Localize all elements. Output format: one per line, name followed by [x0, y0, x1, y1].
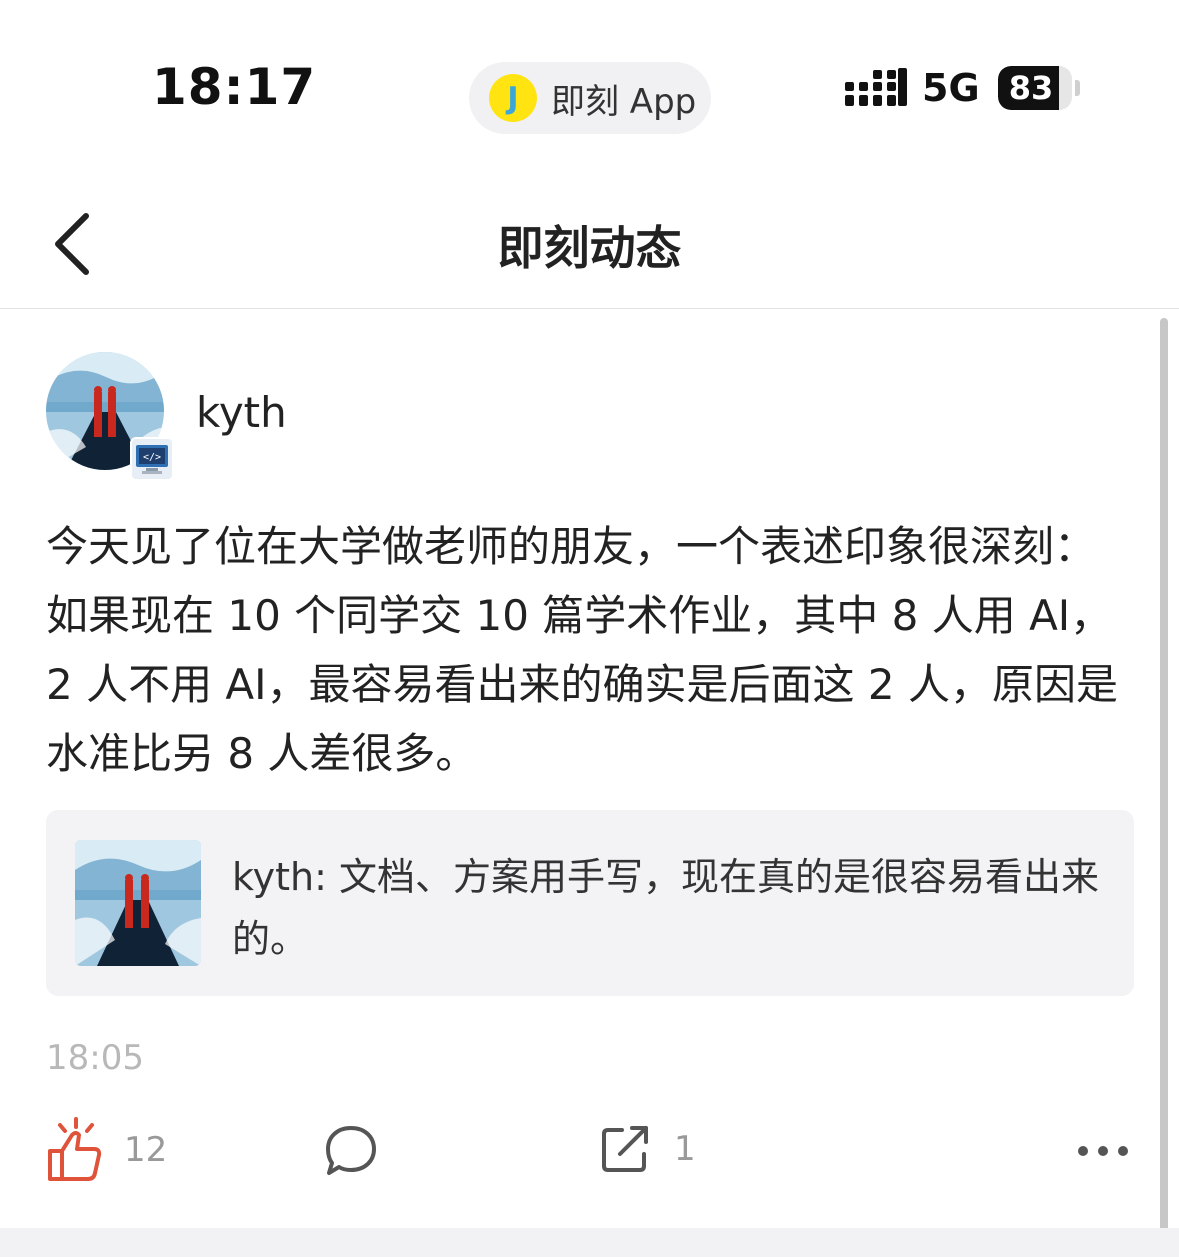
more-options-icon[interactable]: [1076, 1144, 1130, 1158]
comment-bubble-icon: [326, 1126, 376, 1175]
post-timestamp: 18:05: [46, 1038, 144, 1078]
status-bar: 18:17 J 即刻 App 5G 83: [0, 0, 1179, 160]
share-icon: [602, 1126, 648, 1172]
post-username[interactable]: kyth: [196, 388, 287, 437]
quoted-post-card[interactable]: kyth: 文档、方案用手写，现在真的是很容易看出来的。: [46, 810, 1134, 996]
share-button[interactable]: 1: [600, 1124, 696, 1174]
battery-cap: [1075, 80, 1080, 96]
signal-icon: [845, 68, 907, 106]
comment-button[interactable]: [324, 1124, 378, 1182]
thumbs-up-icon: [48, 1117, 102, 1181]
nav-bar: 即刻动态: [0, 160, 1179, 309]
network-type: 5G: [922, 66, 980, 110]
quoted-post-thumbnail: [75, 840, 201, 966]
post-action-bar: 12 1: [0, 1110, 1179, 1200]
app-indicator-label: 即刻 App: [551, 81, 697, 122]
like-button[interactable]: 12: [46, 1110, 167, 1190]
like-count: 12: [124, 1130, 168, 1170]
jike-app-logo: J: [489, 74, 537, 122]
page-title: 即刻动态: [497, 221, 682, 275]
quoted-post-text: kyth: 文档、方案用手写，现在真的是很容易看出来的。: [232, 855, 1100, 961]
battery-level: 83: [1008, 69, 1054, 107]
post-text: 今天见了位在大学做老师的朋友，一个表述印象很深刻：如果现在 10 个同学交 10…: [46, 522, 1118, 778]
share-count: 1: [674, 1129, 696, 1169]
next-item-divider: [0, 1228, 1179, 1257]
developer-badge-icon: </>: [130, 437, 174, 481]
app-indicator-pill[interactable]: J 即刻 App: [469, 62, 711, 134]
battery-icon: 83: [998, 66, 1072, 110]
svg-text:</>: </>: [143, 452, 161, 463]
status-time: 18:17: [152, 58, 317, 116]
